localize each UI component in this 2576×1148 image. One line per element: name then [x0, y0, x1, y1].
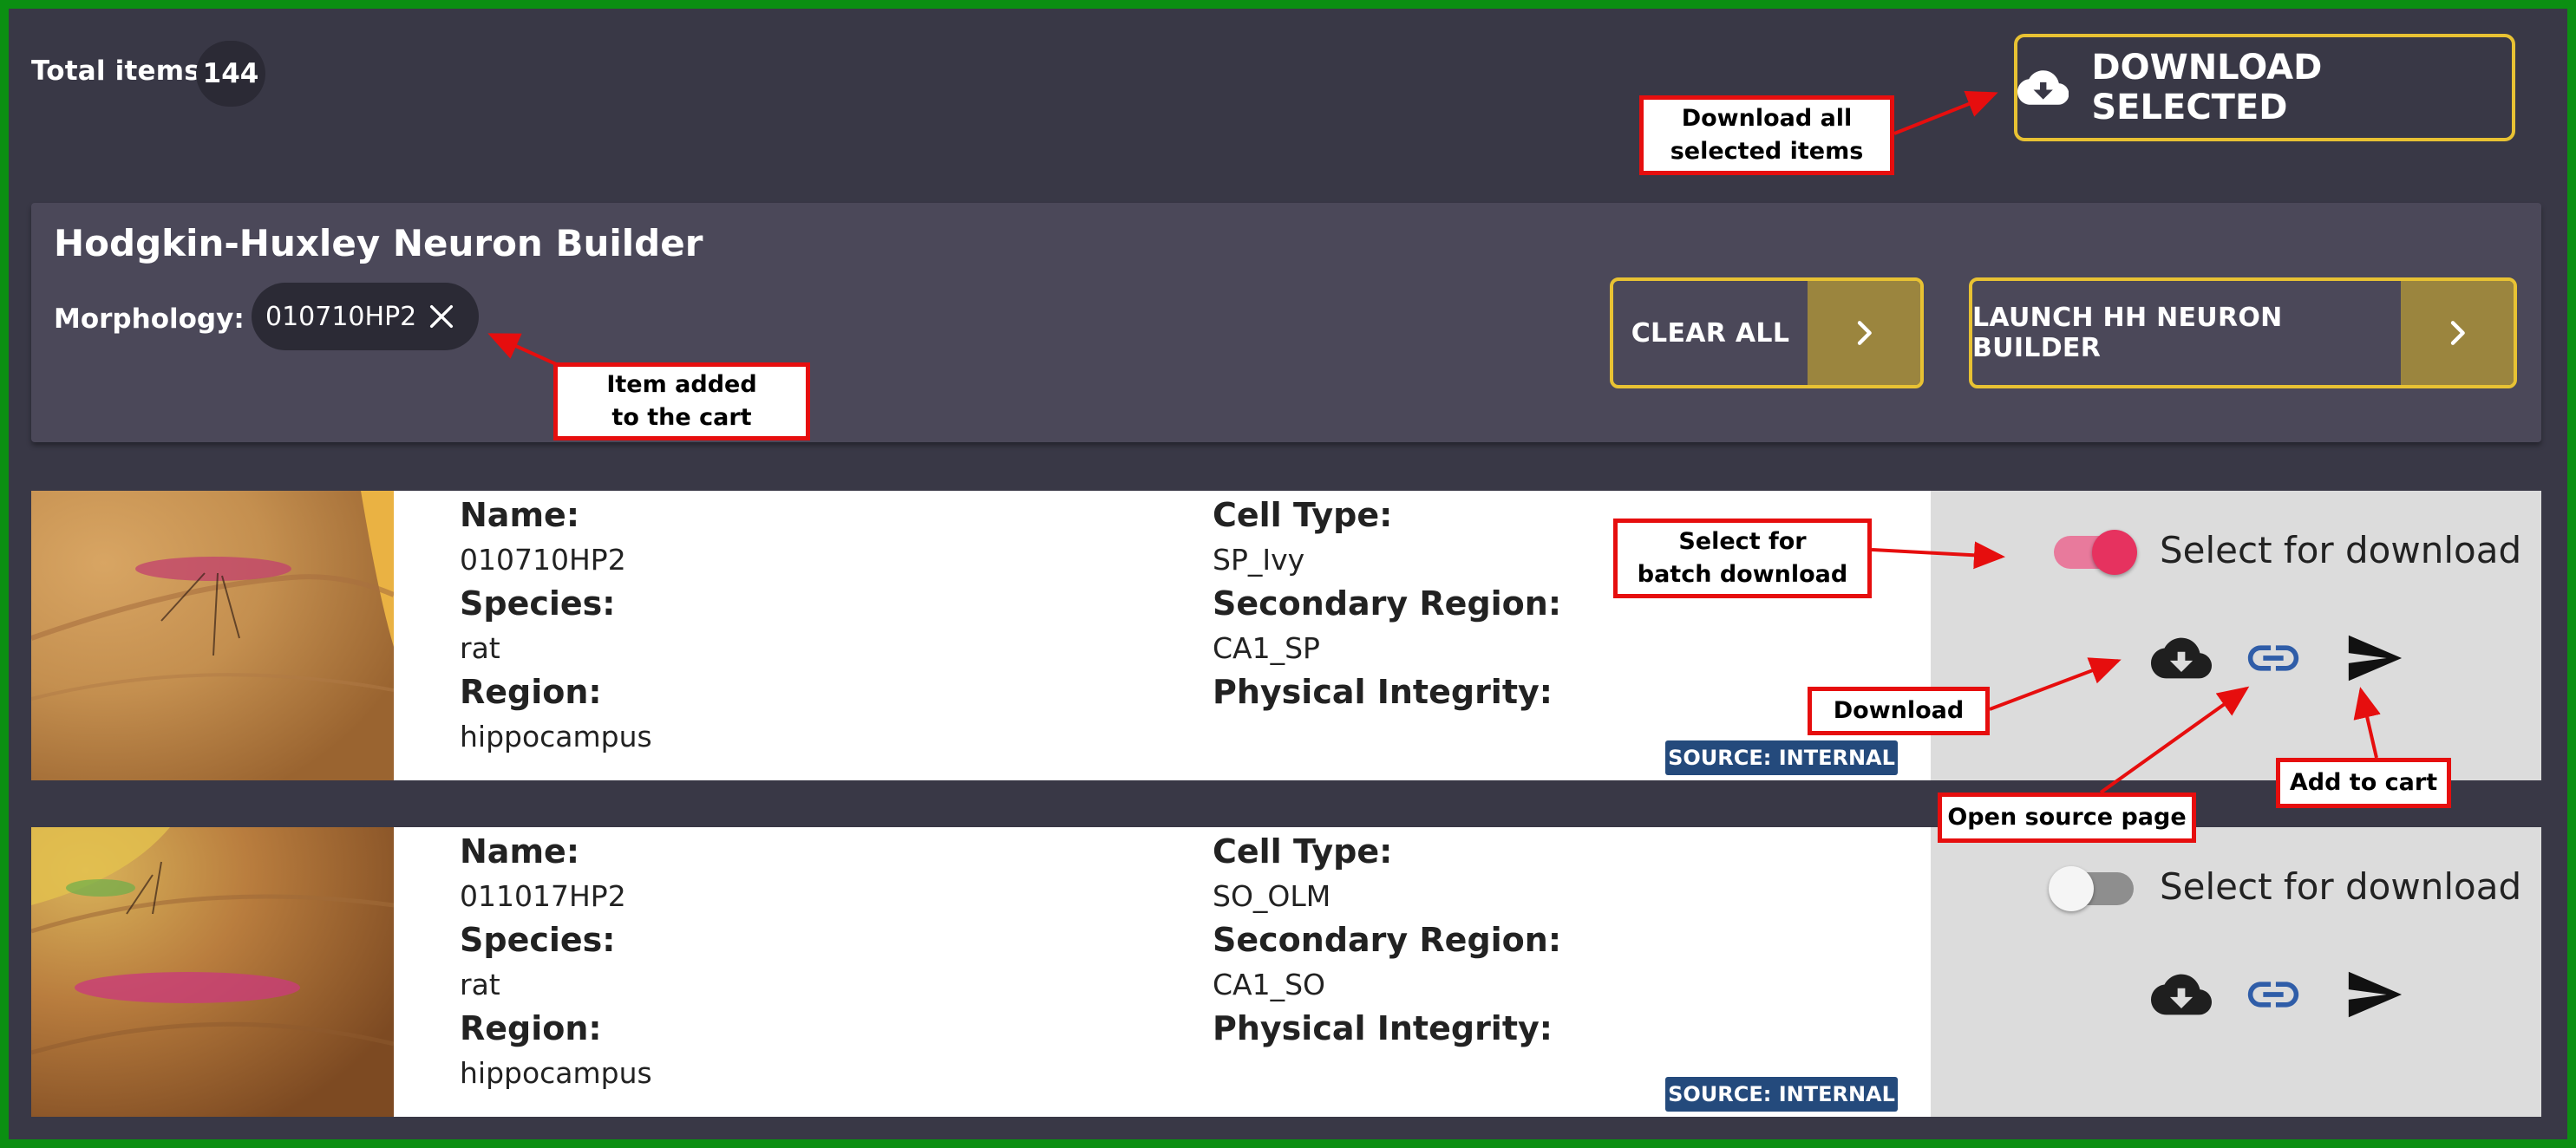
name-value: 010710HP2 — [460, 543, 626, 577]
name-label: Name: — [460, 832, 580, 871]
annotation-select-batch: Select for batch download — [1613, 519, 1872, 598]
species-label: Species: — [460, 921, 616, 959]
download-selected-label: DOWNLOAD SELECTED — [2091, 48, 2323, 127]
annotation-add-to-cart: Add to cart — [2276, 758, 2451, 808]
annotation-line: Open source page — [1947, 804, 2187, 832]
chevron-right-icon — [1857, 321, 1872, 345]
cell-type-value: SO_OLM — [1213, 879, 1331, 913]
annotation-download-all: Download all selected items — [1639, 95, 1894, 175]
download-selected-button[interactable]: DOWNLOAD SELECTED — [2014, 34, 2515, 141]
arrow-download-all — [1893, 90, 1998, 135]
morphology-thumbnail — [31, 827, 394, 1117]
annotation-line: Download — [1833, 697, 1965, 725]
clear-all-button[interactable]: CLEAR ALL — [1610, 277, 1924, 388]
cloud-download-icon — [2017, 70, 2069, 105]
result-card: Name: 010710HP2 Species: rat Region: hip… — [31, 491, 2541, 780]
region-value: hippocampus — [460, 720, 652, 753]
region-label: Region: — [460, 673, 602, 711]
link-icon[interactable] — [2243, 964, 2304, 1025]
annotation-download: Download — [1808, 687, 1990, 735]
launch-arrow — [2401, 281, 2514, 385]
annotation-open-source: Open source page — [1938, 793, 2196, 843]
source-badge: SOURCE: INTERNAL — [1665, 740, 1898, 775]
cloud-download-icon[interactable] — [2151, 964, 2212, 1025]
link-icon[interactable] — [2243, 628, 2304, 688]
secondary-region-value: CA1_SO — [1213, 968, 1326, 1001]
total-items-count: 144 — [196, 41, 265, 107]
morphology-thumbnail — [31, 491, 394, 780]
result-card: Name: 011017HP2 Species: rat Region: hip… — [31, 827, 2541, 1117]
species-value: rat — [460, 968, 500, 1001]
physical-integrity-label: Physical Integrity: — [1213, 1009, 1553, 1047]
annotation-line: Select for — [1678, 528, 1807, 556]
annotation-line: Download all — [1681, 105, 1853, 133]
cell-type-value: SP_Ivy — [1213, 543, 1305, 577]
select-for-download-label: Select for download — [2160, 865, 2522, 908]
toggle-knob — [2049, 866, 2094, 911]
name-label: Name: — [460, 496, 580, 534]
select-for-download-label: Select for download — [2160, 529, 2522, 571]
send-icon[interactable] — [2344, 964, 2404, 1025]
source-badge: SOURCE: INTERNAL — [1665, 1077, 1898, 1112]
secondary-region-label: Secondary Region: — [1213, 584, 1562, 623]
species-value: rat — [460, 631, 500, 665]
total-items-label: Total items — [31, 55, 200, 87]
builder-title: Hodgkin-Huxley Neuron Builder — [54, 222, 703, 264]
select-for-download-toggle[interactable] — [2049, 866, 2134, 911]
morphology-chip-label: 010710HP2 — [265, 301, 417, 332]
annotation-line: Add to cart — [2289, 769, 2438, 797]
region-label: Region: — [460, 1009, 602, 1047]
annotation-line: Item added — [606, 371, 757, 399]
annotation-line: selected items — [1670, 138, 1864, 165]
morphology-chip: 010710HP2 — [252, 283, 479, 350]
name-value: 011017HP2 — [460, 879, 626, 913]
secondary-region-value: CA1_SP — [1213, 631, 1320, 665]
annotation-item-added: Item added to the cart — [553, 362, 810, 440]
clear-all-label: CLEAR ALL — [1631, 317, 1790, 349]
send-icon[interactable] — [2344, 628, 2404, 688]
species-label: Species: — [460, 584, 616, 623]
annotation-line: batch download — [1637, 561, 1848, 588]
annotation-line: to the cart — [611, 404, 752, 431]
clear-all-arrow — [1808, 281, 1920, 385]
toggle-knob — [2092, 530, 2137, 575]
launch-label: LAUNCH HH NEURON BUILDER — [1972, 303, 2283, 363]
physical-integrity-label: Physical Integrity: — [1213, 673, 1553, 711]
morphology-label: Morphology: — [54, 303, 245, 335]
secondary-region-label: Secondary Region: — [1213, 921, 1562, 959]
cloud-download-icon[interactable] — [2151, 628, 2212, 688]
select-for-download-toggle[interactable] — [2054, 530, 2137, 575]
cell-type-label: Cell Type: — [1213, 832, 1393, 871]
close-icon[interactable] — [427, 302, 456, 331]
launch-hh-neuron-builder-button[interactable]: LAUNCH HH NEURON BUILDER — [1969, 277, 2517, 388]
region-value: hippocampus — [460, 1056, 652, 1090]
chevron-right-icon — [2450, 321, 2465, 345]
cell-type-label: Cell Type: — [1213, 496, 1393, 534]
